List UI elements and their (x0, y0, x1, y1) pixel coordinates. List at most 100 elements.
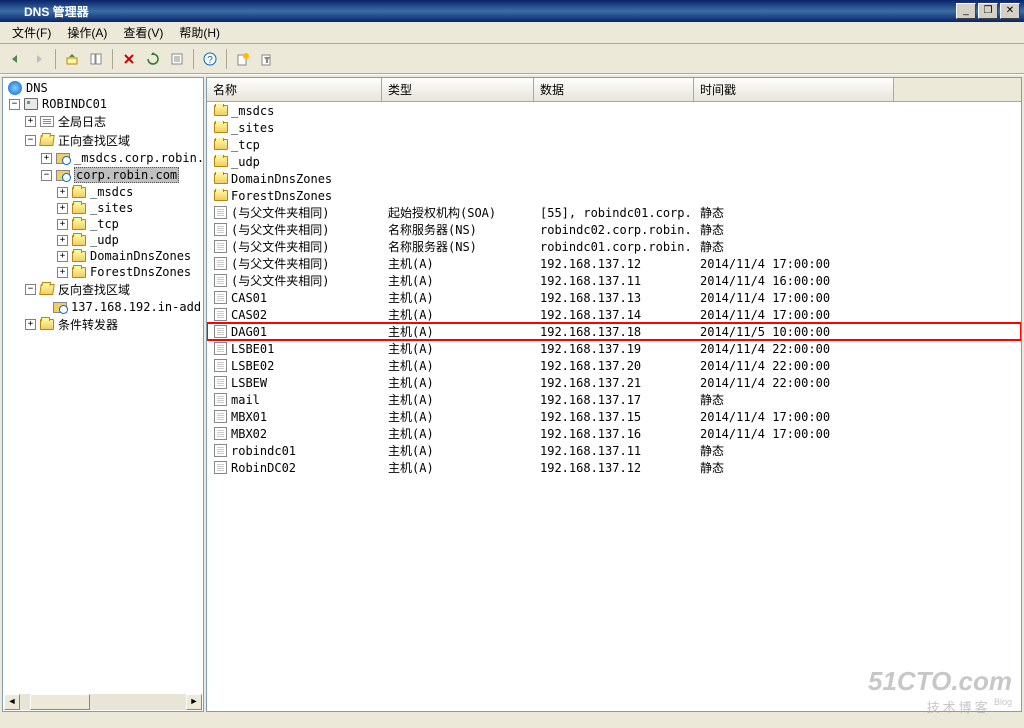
folder-icon (214, 156, 228, 167)
forward-button[interactable] (28, 48, 50, 70)
menu-operate[interactable]: 操作(A) (59, 22, 115, 43)
expand-icon[interactable]: + (57, 267, 68, 278)
back-button[interactable] (4, 48, 26, 70)
list-row[interactable]: _udp (207, 153, 1021, 170)
expand-icon[interactable]: + (57, 235, 68, 246)
close-button[interactable]: ✕ (1000, 3, 1020, 19)
watermark: 51CTO.com 技术博客 Blog (868, 666, 1012, 716)
list-row[interactable]: LSBEW主机(A)192.168.137.212014/11/4 22:00:… (207, 374, 1021, 391)
tree-root-dns[interactable]: DNS (3, 80, 203, 96)
properties-button[interactable] (166, 48, 188, 70)
list-pane[interactable]: 名称 类型 数据 时间戳 _msdcs_sites_tcp_udp DomainD… (206, 77, 1022, 712)
cell-data: 192.168.137.12 (534, 461, 694, 475)
delete-button[interactable] (118, 48, 140, 70)
tree-server[interactable]: −ROBINDC01 (3, 96, 203, 112)
tree-sub-sites[interactable]: +_sites (3, 200, 203, 216)
list-row[interactable]: robindc01主机(A)192.168.137.11静态 (207, 442, 1021, 459)
collapse-icon[interactable]: − (25, 135, 36, 146)
cell-time: 2014/11/4 17:00:00 (694, 427, 894, 441)
list-row[interactable]: _msdcs (207, 102, 1021, 119)
expand-icon[interactable]: + (57, 187, 68, 198)
up-button[interactable] (61, 48, 83, 70)
tree-sub-udp[interactable]: +_udp (3, 232, 203, 248)
maximize-button[interactable]: ❐ (978, 3, 998, 19)
menu-view[interactable]: 查看(V) (115, 22, 171, 43)
expand-icon[interactable]: + (57, 251, 68, 262)
tree-zone-corp-robin[interactable]: −corp.robin.com (3, 166, 203, 184)
expand-icon[interactable]: + (25, 319, 36, 330)
list-row[interactable]: DAG01主机(A)192.168.137.182014/11/5 10:00:… (207, 323, 1021, 340)
expand-icon[interactable]: + (41, 153, 52, 164)
folder-icon (72, 187, 86, 198)
cell-time: 2014/11/4 22:00:00 (694, 376, 894, 390)
list-row[interactable]: CAS02主机(A)192.168.137.142014/11/4 17:00:… (207, 306, 1021, 323)
list-row[interactable]: (与父文件夹相同)名称服务器(NS)robindc01.corp.robin..… (207, 238, 1021, 255)
app-icon (4, 3, 20, 19)
list-row[interactable]: MBX01主机(A)192.168.137.152014/11/4 17:00:… (207, 408, 1021, 425)
tree-reverse-zones[interactable]: −反向查找区域 (3, 280, 203, 299)
list-row[interactable]: DomainDnsZones (207, 170, 1021, 187)
list-row[interactable]: mail主机(A)192.168.137.17静态 (207, 391, 1021, 408)
collapse-icon[interactable]: − (9, 99, 20, 110)
minimize-button[interactable]: _ (956, 3, 976, 19)
column-header-type[interactable]: 类型 (382, 78, 534, 101)
cell-name: CAS02 (207, 308, 382, 322)
list-row[interactable]: (与父文件夹相同)起始授权机构(SOA)[55], robindc01.corp… (207, 204, 1021, 221)
cell-time: 2014/11/5 10:00:00 (694, 325, 894, 339)
collapse-icon[interactable]: − (25, 284, 36, 295)
list-row[interactable]: (与父文件夹相同)主机(A)192.168.137.112014/11/4 16… (207, 272, 1021, 289)
show-hide-button[interactable] (85, 48, 107, 70)
column-header-name[interactable]: 名称 (207, 78, 382, 101)
tree-sub-domaindns[interactable]: +DomainDnsZones (3, 248, 203, 264)
tree-forward-zones[interactable]: −正向查找区域 (3, 131, 203, 150)
list-row[interactable]: ForestDnsZones (207, 187, 1021, 204)
menu-help[interactable]: 帮助(H) (171, 22, 228, 43)
cell-name: RobinDC02 (207, 461, 382, 475)
tree-zone-msdcs-corp[interactable]: +_msdcs.corp.robin.c (3, 150, 203, 166)
cell-data: robindc02.corp.robin.... (534, 223, 694, 237)
expand-icon[interactable]: + (57, 219, 68, 230)
list-row[interactable]: MBX02主机(A)192.168.137.162014/11/4 17:00:… (207, 425, 1021, 442)
expand-icon[interactable]: + (25, 116, 36, 127)
column-header-data[interactable]: 数据 (534, 78, 694, 101)
record-icon (214, 359, 227, 372)
list-row[interactable]: (与父文件夹相同)主机(A)192.168.137.122014/11/4 17… (207, 255, 1021, 272)
tree-reverse-137[interactable]: 137.168.192.in-addr (3, 299, 203, 315)
help-button[interactable]: ? (199, 48, 221, 70)
scroll-left-button[interactable]: ◄ (4, 694, 20, 710)
tree-cond-forwarders[interactable]: +条件转发器 (3, 315, 203, 334)
column-header-time[interactable]: 时间戳 (694, 78, 894, 101)
scroll-right-button[interactable]: ► (186, 694, 202, 710)
cell-name: DomainDnsZones (207, 172, 382, 186)
tree-sub-msdcs[interactable]: +_msdcs (3, 184, 203, 200)
refresh-button[interactable] (142, 48, 164, 70)
cell-name: (与父文件夹相同) (207, 272, 382, 289)
cell-data: 192.168.137.15 (534, 410, 694, 424)
cell-type: 主机(A) (382, 323, 534, 340)
tree-pane[interactable]: DNS −ROBINDC01 +全局日志 −正向查找区域 +_msdcs.cor… (2, 77, 204, 712)
folder-open-icon (39, 135, 55, 146)
list-row[interactable]: LSBE01主机(A)192.168.137.192014/11/4 22:00… (207, 340, 1021, 357)
filter-button[interactable] (256, 48, 278, 70)
window-title: DNS 管理器 (24, 3, 956, 20)
scroll-thumb[interactable] (30, 694, 90, 710)
menu-file[interactable]: 文件(F) (4, 22, 59, 43)
cell-time: 2014/11/4 17:00:00 (694, 410, 894, 424)
tree-sub-forestdns[interactable]: +ForestDnsZones (3, 264, 203, 280)
tree-hscrollbar[interactable]: ◄ ► (4, 694, 202, 710)
tree-sub-tcp[interactable]: +_tcp (3, 216, 203, 232)
folder-icon (72, 235, 86, 246)
list-row[interactable]: RobinDC02主机(A)192.168.137.12静态 (207, 459, 1021, 476)
collapse-icon[interactable]: − (41, 170, 52, 181)
list-row[interactable]: _tcp (207, 136, 1021, 153)
cell-name: MBX01 (207, 410, 382, 424)
list-row[interactable]: LSBE02主机(A)192.168.137.202014/11/4 22:00… (207, 357, 1021, 374)
list-row[interactable]: CAS01主机(A)192.168.137.132014/11/4 17:00:… (207, 289, 1021, 306)
cell-name: (与父文件夹相同) (207, 221, 382, 238)
watermark-line2: 技术博客 (927, 700, 991, 715)
list-row[interactable]: (与父文件夹相同)名称服务器(NS)robindc02.corp.robin..… (207, 221, 1021, 238)
expand-icon[interactable]: + (57, 203, 68, 214)
new-record-button[interactable] (232, 48, 254, 70)
list-row[interactable]: _sites (207, 119, 1021, 136)
tree-global-log[interactable]: +全局日志 (3, 112, 203, 131)
